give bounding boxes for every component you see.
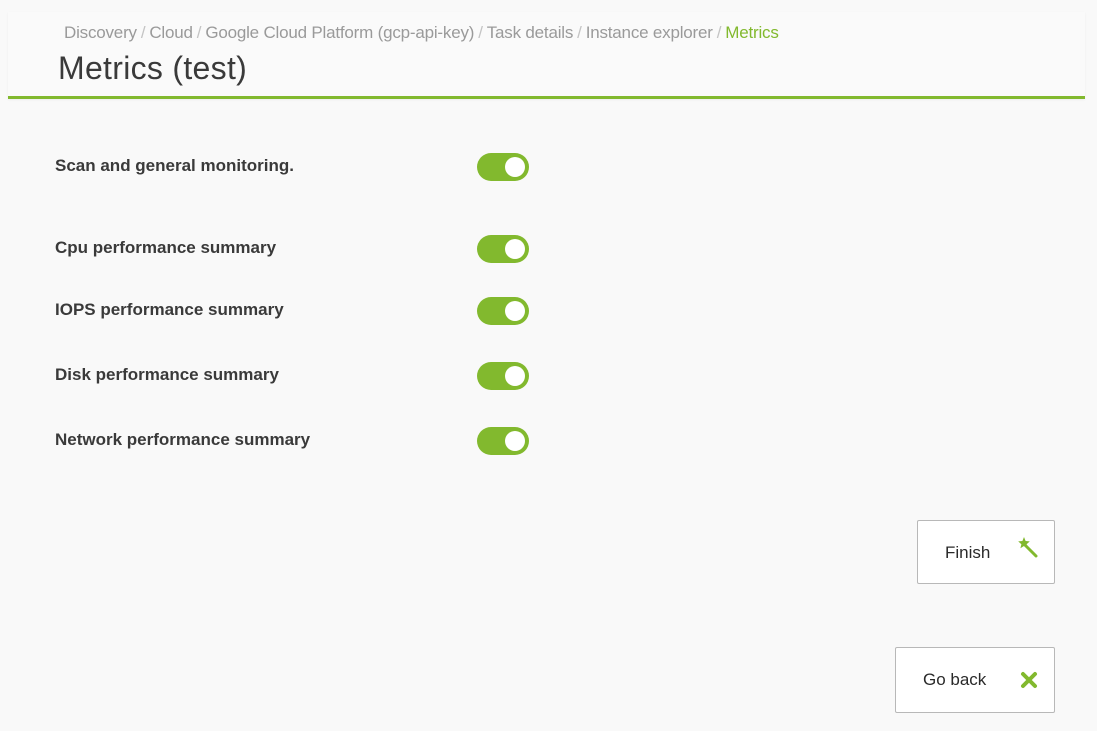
- setting-label: Scan and general monitoring.: [55, 156, 294, 175]
- cross-icon: [1021, 672, 1037, 688]
- page-header: Discovery / Cloud / Google Cloud Platform (g…: [8, 12, 1085, 99]
- breadcrumb-item-instance-explorer[interactable]: Instance explorer: [586, 23, 713, 42]
- breadcrumb-separator: /: [140, 23, 146, 42]
- finish-button[interactable]: Finish: [917, 520, 1055, 584]
- scan-general-monitoring-toggle[interactable]: [477, 153, 529, 181]
- setting-row-iops-performance: IOPS performance summary: [55, 296, 555, 326]
- setting-row-scan-general-monitoring: Scan and general monitoring.: [55, 152, 555, 182]
- toggle-knob: [505, 157, 525, 177]
- setting-row-cpu-performance: Cpu performance summary: [55, 234, 555, 264]
- toggle-knob: [505, 431, 525, 451]
- breadcrumb-separator: /: [577, 23, 582, 42]
- breadcrumb-item-gcp[interactable]: Google Cloud Platform (gcp-api-key): [205, 23, 474, 42]
- breadcrumb-item-metrics: Metrics: [725, 23, 779, 42]
- disk-performance-toggle[interactable]: [477, 362, 529, 390]
- setting-label: Network performance summary: [55, 430, 311, 449]
- breadcrumb-separator: /: [478, 23, 483, 42]
- toggle-knob: [505, 301, 525, 321]
- breadcrumb-separator: /: [716, 23, 722, 42]
- magic-wand-icon: [1018, 537, 1038, 558]
- setting-label: Disk performance summary: [55, 365, 279, 384]
- iops-performance-toggle[interactable]: [477, 297, 529, 325]
- breadcrumb-item-task-details[interactable]: Task details: [487, 23, 574, 42]
- go-back-button-label: Go back: [923, 670, 987, 689]
- toggle-knob: [505, 239, 525, 259]
- finish-button-label: Finish: [945, 543, 991, 562]
- cpu-performance-toggle[interactable]: [477, 235, 529, 263]
- setting-label: Cpu performance summary: [55, 238, 277, 257]
- toggle-knob: [505, 366, 525, 386]
- go-back-button[interactable]: Go back: [895, 647, 1055, 713]
- breadcrumb-item-cloud[interactable]: Cloud: [149, 23, 193, 42]
- setting-label: IOPS performance summary: [55, 300, 284, 319]
- breadcrumb-separator: /: [196, 23, 202, 42]
- network-performance-toggle[interactable]: [477, 427, 529, 455]
- breadcrumb-item-discovery[interactable]: Discovery: [64, 23, 137, 42]
- breadcrumb: Discovery / Cloud / Google Cloud Platform (g…: [64, 23, 779, 43]
- setting-row-network-performance: Network performance summary: [55, 426, 555, 456]
- page-title: Metrics (test): [58, 50, 248, 86]
- setting-row-disk-performance: Disk performance summary: [55, 361, 555, 391]
